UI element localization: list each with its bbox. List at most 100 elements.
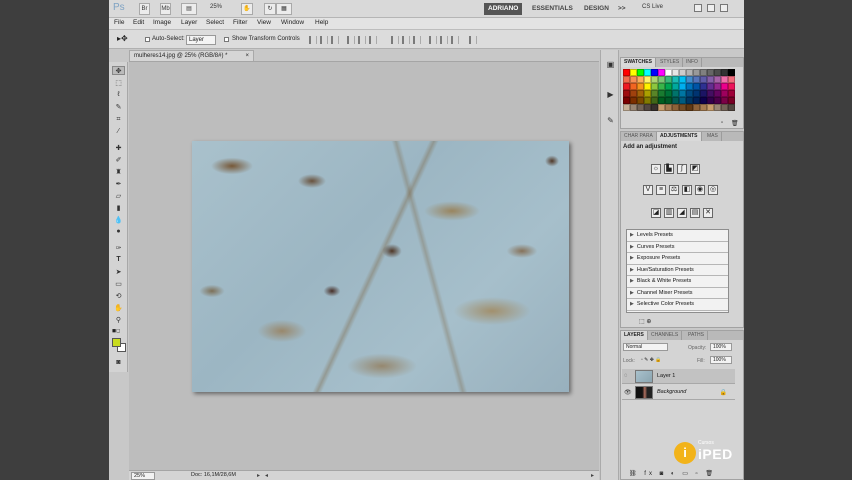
menu-help[interactable]: Help	[315, 19, 328, 26]
color-swatch[interactable]	[630, 83, 637, 90]
color-swatch[interactable]	[637, 69, 644, 76]
workspace-design[interactable]: DESIGN	[580, 3, 613, 15]
adjustments-footer-icons[interactable]: ⬚ ⊕	[639, 318, 651, 325]
align-hcenter-icon[interactable]	[358, 36, 366, 44]
menu-view[interactable]: View	[257, 19, 271, 26]
color-swatch[interactable]	[630, 97, 637, 104]
scroll-right-icon[interactable]: ▸	[591, 472, 594, 479]
color-swatch[interactable]	[679, 97, 686, 104]
color-swatch[interactable]	[693, 104, 700, 111]
color-swatch[interactable]	[714, 97, 721, 104]
color-swatch[interactable]	[623, 83, 630, 90]
distribute-vcenter-icon[interactable]	[402, 36, 410, 44]
color-swatch[interactable]	[693, 76, 700, 83]
vibrance-icon[interactable]: V	[643, 185, 653, 195]
color-swatch[interactable]	[700, 69, 707, 76]
distribute-right-icon[interactable]	[451, 36, 459, 44]
color-swatch[interactable]	[714, 90, 721, 97]
tab-channels[interactable]: CHANNELS	[648, 331, 683, 340]
restore-icon[interactable]	[707, 4, 715, 12]
posterize-icon[interactable]: ▥	[664, 208, 674, 218]
tab-adjustments[interactable]: ADJUSTMENTS	[657, 132, 702, 141]
menu-edit[interactable]: Edit	[133, 19, 144, 26]
rotate-view-button[interactable]: ↻	[264, 3, 276, 15]
color-swatch[interactable]	[630, 76, 637, 83]
quick-select-tool-icon[interactable]: ✎	[112, 102, 125, 111]
close-document-icon[interactable]: ×	[245, 51, 249, 61]
history-brush-tool-icon[interactable]: ✒	[112, 179, 125, 188]
eraser-tool-icon[interactable]: ▱	[112, 191, 125, 200]
color-swatch[interactable]	[693, 97, 700, 104]
levels-icon[interactable]: ▙	[664, 164, 674, 174]
threshold-icon[interactable]: ◢	[677, 208, 687, 218]
color-swatch[interactable]	[679, 76, 686, 83]
color-swatch[interactable]	[686, 83, 693, 90]
color-swatch[interactable]	[679, 69, 686, 76]
menu-window[interactable]: Window	[281, 19, 304, 26]
eye-icon[interactable]: ◌	[624, 373, 628, 379]
color-swatch[interactable]	[658, 83, 665, 90]
color-swatch[interactable]	[658, 90, 665, 97]
gradient-map-icon[interactable]: ▤	[690, 208, 700, 218]
color-swatch[interactable]	[630, 69, 637, 76]
color-swatch[interactable]	[728, 69, 735, 76]
color-swatch[interactable]	[672, 97, 679, 104]
blur-tool-icon[interactable]: 💧	[112, 215, 125, 224]
status-menu-arrow-icon[interactable]: ▸	[257, 472, 260, 479]
color-swatch[interactable]	[637, 97, 644, 104]
default-colors-icon[interactable]: ◼◻	[112, 328, 120, 334]
delete-swatch-icon[interactable]: 🗑	[731, 120, 739, 127]
color-swatch[interactable]	[651, 97, 658, 104]
color-swatch[interactable]	[714, 83, 721, 90]
color-swatch[interactable]	[644, 76, 651, 83]
color-swatch[interactable]	[721, 90, 728, 97]
color-swatch[interactable]	[728, 97, 735, 104]
auto-align-icon[interactable]	[469, 36, 477, 44]
color-swatch[interactable]	[623, 69, 630, 76]
exposure-icon[interactable]: ◩	[690, 164, 700, 174]
color-swatch[interactable]	[665, 76, 672, 83]
minimize-icon[interactable]	[694, 4, 702, 12]
color-swatch[interactable]	[700, 97, 707, 104]
color-swatch[interactable]	[651, 90, 658, 97]
move-tool-preset-icon[interactable]: ▸✥	[117, 34, 128, 43]
align-top-icon[interactable]	[309, 36, 317, 44]
color-swatch[interactable]	[700, 104, 707, 111]
preset-channel-mixer[interactable]: ▶ Channel Mixer Presets	[627, 288, 728, 299]
curves-icon[interactable]: ∫	[677, 164, 687, 174]
menu-select[interactable]: Select	[206, 19, 224, 26]
tab-paths[interactable]: PATHS	[685, 331, 708, 340]
color-swatch[interactable]	[637, 104, 644, 111]
align-left-icon[interactable]	[347, 36, 355, 44]
blend-mode-dropdown[interactable]: Normal	[623, 343, 668, 351]
color-swatch[interactable]	[707, 104, 714, 111]
preset-curves[interactable]: ▶ Curves Presets	[627, 242, 728, 253]
document-size-info[interactable]: Doc: 16,1M/28,6M	[191, 472, 236, 478]
hue-saturation-icon[interactable]: ≡	[656, 185, 666, 195]
gradient-tool-icon[interactable]: ▮	[112, 203, 125, 212]
color-swatch[interactable]	[707, 90, 714, 97]
show-transform-checkbox[interactable]	[224, 37, 229, 42]
color-swatch[interactable]	[700, 90, 707, 97]
color-swatch[interactable]	[665, 97, 672, 104]
lasso-tool-icon[interactable]: ℓ	[112, 90, 125, 99]
color-swatch[interactable]	[672, 90, 679, 97]
document-tab[interactable]: mulheres14.jpg @ 25% (RGB/8#) * ×	[129, 50, 254, 61]
eye-icon[interactable]: 👁	[624, 389, 632, 396]
color-swatch[interactable]	[651, 76, 658, 83]
path-selection-tool-icon[interactable]: ➤	[112, 267, 125, 276]
black-white-icon[interactable]: ◧	[682, 185, 692, 195]
hand-tool-button[interactable]: ✋	[241, 3, 253, 15]
color-swatch[interactable]	[686, 104, 693, 111]
color-swatch[interactable]	[665, 83, 672, 90]
color-swatch[interactable]	[644, 104, 651, 111]
color-swatch[interactable]	[686, 76, 693, 83]
color-swatch[interactable]	[700, 76, 707, 83]
shape-tool-icon[interactable]: ▭	[112, 279, 125, 288]
zoom-tool-icon[interactable]: ⚲	[112, 315, 125, 324]
tab-layers[interactable]: LAYERS	[621, 331, 648, 340]
canvas-area[interactable]	[129, 61, 599, 470]
color-swatch[interactable]	[658, 69, 665, 76]
color-swatch[interactable]	[700, 83, 707, 90]
hand-tool-icon[interactable]: ✋	[112, 303, 125, 312]
